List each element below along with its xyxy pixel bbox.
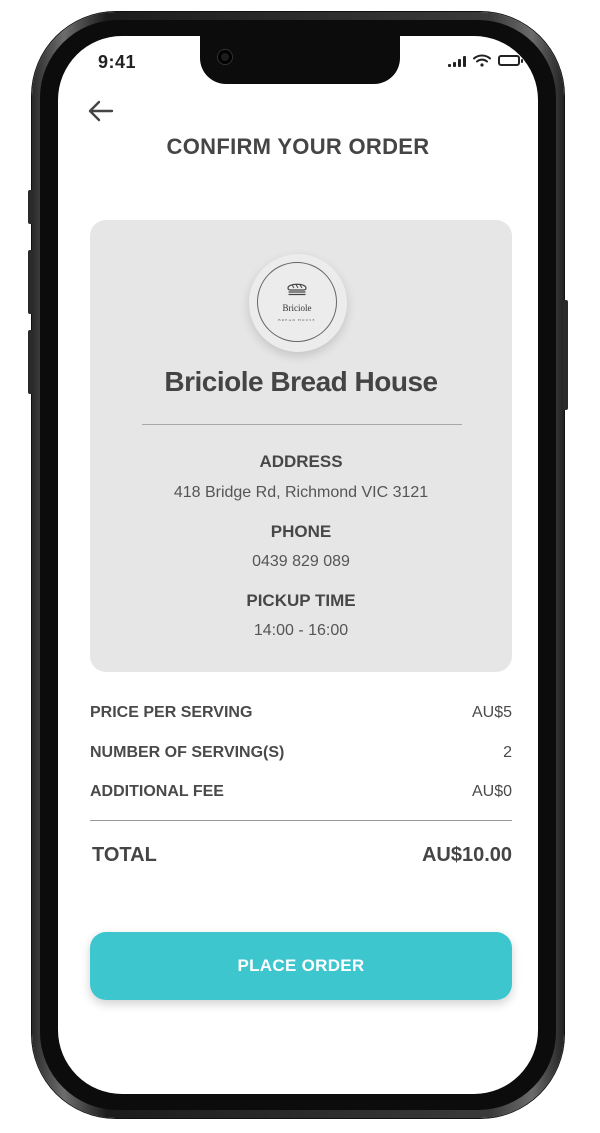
- total-label: TOTAL: [92, 844, 157, 866]
- logo-name: Briciole: [282, 303, 312, 313]
- summary-label: ADDITIONAL FEE: [90, 783, 224, 800]
- battery-icon: [498, 55, 523, 66]
- signal-icon: [448, 55, 466, 67]
- summary-row-price-per-serving: PRICE PER SERVING AU$5: [90, 704, 512, 722]
- summary-row-additional-fee: ADDITIONAL FEE AU$0: [90, 783, 512, 801]
- notch: [200, 36, 400, 84]
- phone-volume-down-button: [28, 330, 33, 394]
- phone-volume-up-button: [28, 250, 33, 314]
- summary-label: PRICE PER SERVING: [90, 704, 253, 721]
- status-icons: [448, 54, 523, 67]
- place-order-button[interactable]: PLACE ORDER: [90, 932, 512, 1000]
- store-logo: Briciole BREAD HOUSE: [249, 254, 347, 352]
- store-name: Briciole Bread House: [164, 366, 438, 397]
- pickup-time-value: 14:00 - 16:00: [253, 622, 349, 639]
- bread-icon: [287, 283, 307, 296]
- total-row: TOTAL AU$10.00: [92, 844, 512, 867]
- pickup-time-label: PICKUP TIME: [246, 591, 356, 610]
- store-card: Briciole BREAD HOUSE Briciole Bread Hous…: [90, 220, 512, 672]
- summary-value: 2: [503, 744, 512, 761]
- summary-divider: [90, 820, 512, 821]
- summary-label: NUMBER OF SERVING(S): [90, 744, 285, 761]
- camera-icon: [218, 50, 232, 64]
- phone-screen: 9:41 CONFIRM YOUR ORDER Briciole BREAD H…: [58, 36, 538, 1094]
- address-value: 418 Bridge Rd, Richmond VIC 3121: [173, 484, 429, 501]
- phone-label: PHONE: [270, 522, 332, 541]
- summary-value: AU$0: [471, 783, 512, 800]
- address-label: ADDRESS: [259, 452, 343, 471]
- store-logo-badge: Briciole BREAD HOUSE: [257, 262, 337, 342]
- logo-subtitle: BREAD HOUSE: [278, 318, 316, 322]
- total-value: AU$10.00: [421, 844, 512, 866]
- arrow-left-icon: [88, 100, 114, 122]
- phone-side-button: [28, 190, 33, 224]
- page-title: CONFIRM YOUR ORDER: [166, 134, 430, 159]
- summary-value: AU$5: [471, 704, 512, 721]
- wifi-icon: [473, 54, 491, 67]
- summary-row-number-of-servings: NUMBER OF SERVING(S) 2: [90, 744, 512, 762]
- status-time: 9:41: [98, 52, 137, 72]
- back-button[interactable]: [88, 100, 118, 126]
- card-divider: [142, 424, 462, 425]
- phone-value[interactable]: 0439 829 089: [90, 553, 512, 571]
- phone-power-button: [563, 300, 568, 410]
